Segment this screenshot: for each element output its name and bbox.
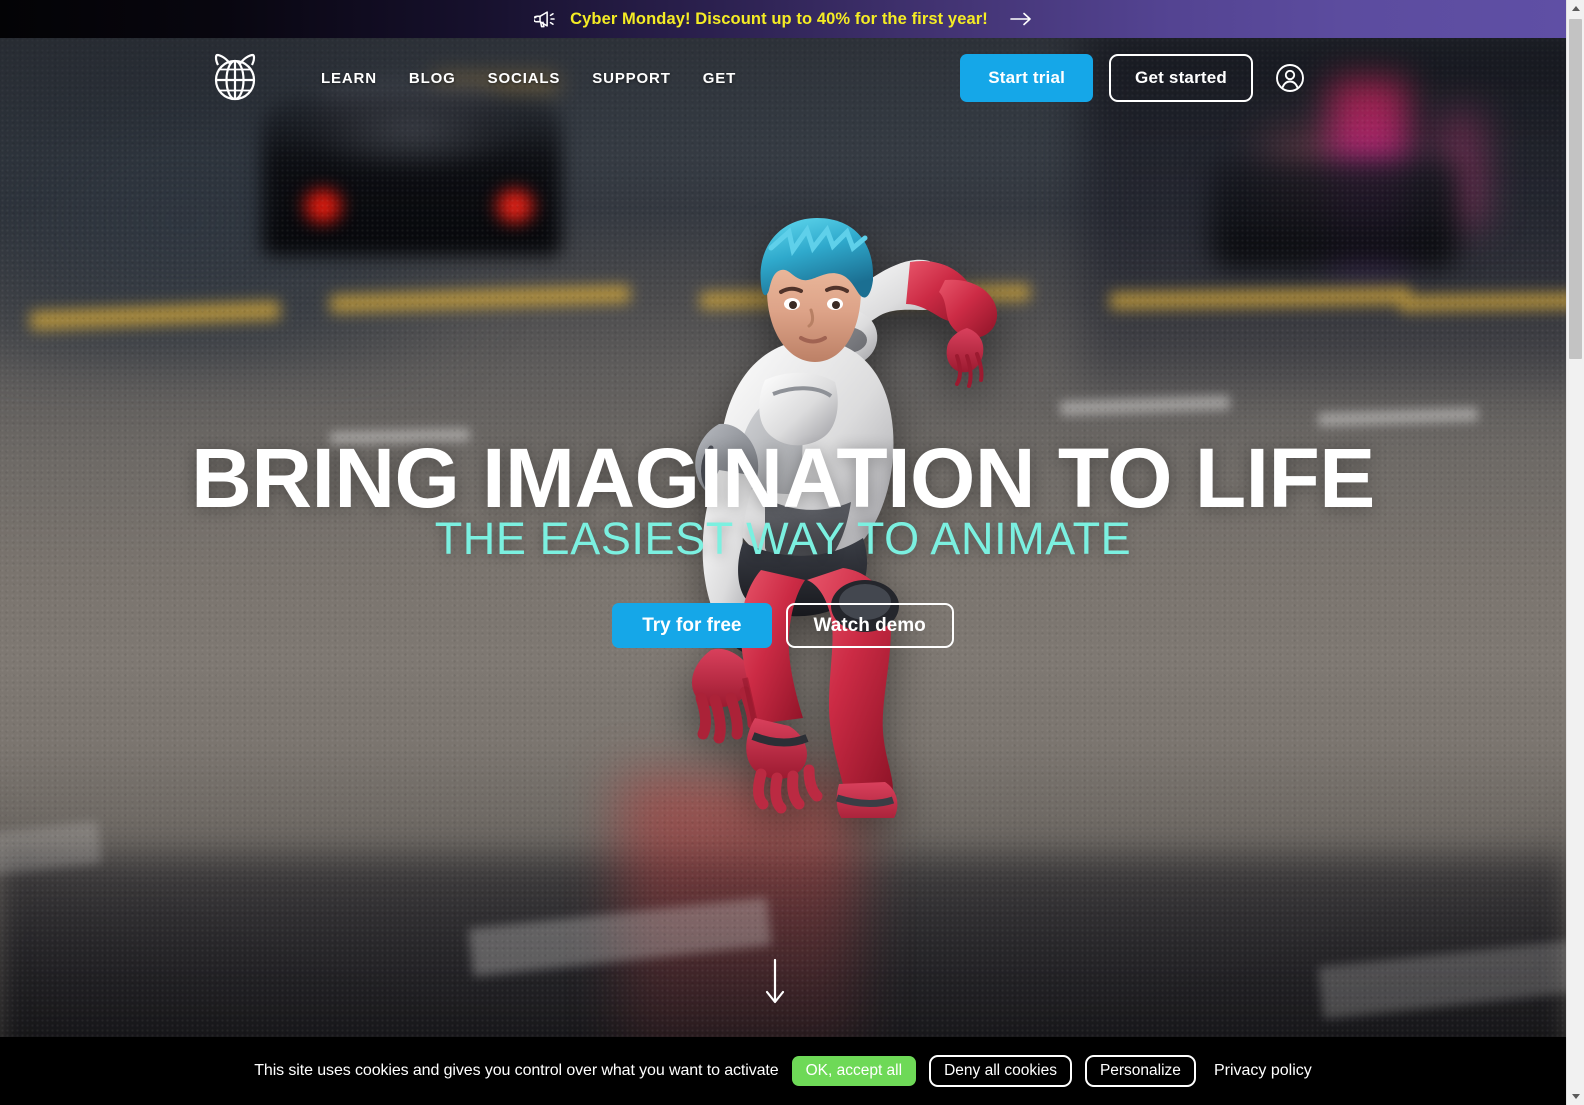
main-navigation: LEARN BLOG SOCIALS SUPPORT GET Start tri…	[0, 38, 1566, 118]
nav-actions: Start trial Get started	[960, 54, 1305, 102]
nav-links: LEARN BLOG SOCIALS SUPPORT GET	[305, 60, 752, 97]
promo-banner[interactable]: Cyber Monday! Discount up to 40% for the…	[0, 0, 1566, 38]
start-trial-button[interactable]: Start trial	[960, 54, 1094, 102]
scrollbar-thumb[interactable]	[1569, 19, 1582, 359]
cookie-consent-bar: This site uses cookies and gives you con…	[0, 1037, 1566, 1105]
promo-banner-text: Cyber Monday! Discount up to 40% for the…	[570, 9, 988, 28]
scroll-down-arrow-icon[interactable]	[1567, 1088, 1584, 1105]
browser-viewport: Cyber Monday! Discount up to 40% for the…	[0, 0, 1584, 1105]
scroll-up-arrow-icon[interactable]	[1567, 0, 1584, 17]
hero-character-3d-model	[691, 218, 998, 818]
promo-banner-content: Cyber Monday! Discount up to 40% for the…	[534, 9, 1032, 29]
nav-item-socials[interactable]: SOCIALS	[472, 60, 577, 97]
webpage: Cyber Monday! Discount up to 40% for the…	[0, 0, 1566, 1105]
cascadeur-logo[interactable]	[209, 52, 261, 104]
hero-section: LEARN BLOG SOCIALS SUPPORT GET Start tri…	[0, 38, 1566, 1105]
accept-all-cookies-button[interactable]: OK, accept all	[791, 1056, 917, 1086]
nav-item-blog[interactable]: BLOG	[393, 60, 472, 97]
cookie-message: This site uses cookies and gives you con…	[254, 1062, 779, 1079]
arrow-down-icon[interactable]	[762, 958, 788, 1006]
deny-all-cookies-button[interactable]: Deny all cookies	[929, 1055, 1072, 1087]
nav-item-get[interactable]: GET	[687, 60, 752, 97]
get-started-button[interactable]: Get started	[1109, 54, 1253, 102]
browser-scrollbar[interactable]	[1566, 0, 1584, 1105]
arrow-right-icon	[1010, 12, 1031, 26]
watch-demo-button[interactable]: Watch demo	[785, 603, 954, 648]
personalize-cookies-button[interactable]: Personalize	[1084, 1055, 1196, 1087]
privacy-policy-link[interactable]: Privacy policy	[1214, 1062, 1312, 1080]
user-account-icon[interactable]	[1275, 63, 1305, 93]
hero-cta-group: Try for free Watch demo	[0, 603, 1566, 648]
try-for-free-button[interactable]: Try for free	[612, 603, 772, 648]
megaphone-icon	[534, 11, 555, 28]
nav-item-support[interactable]: SUPPORT	[576, 60, 686, 97]
nav-item-learn[interactable]: LEARN	[305, 60, 393, 97]
